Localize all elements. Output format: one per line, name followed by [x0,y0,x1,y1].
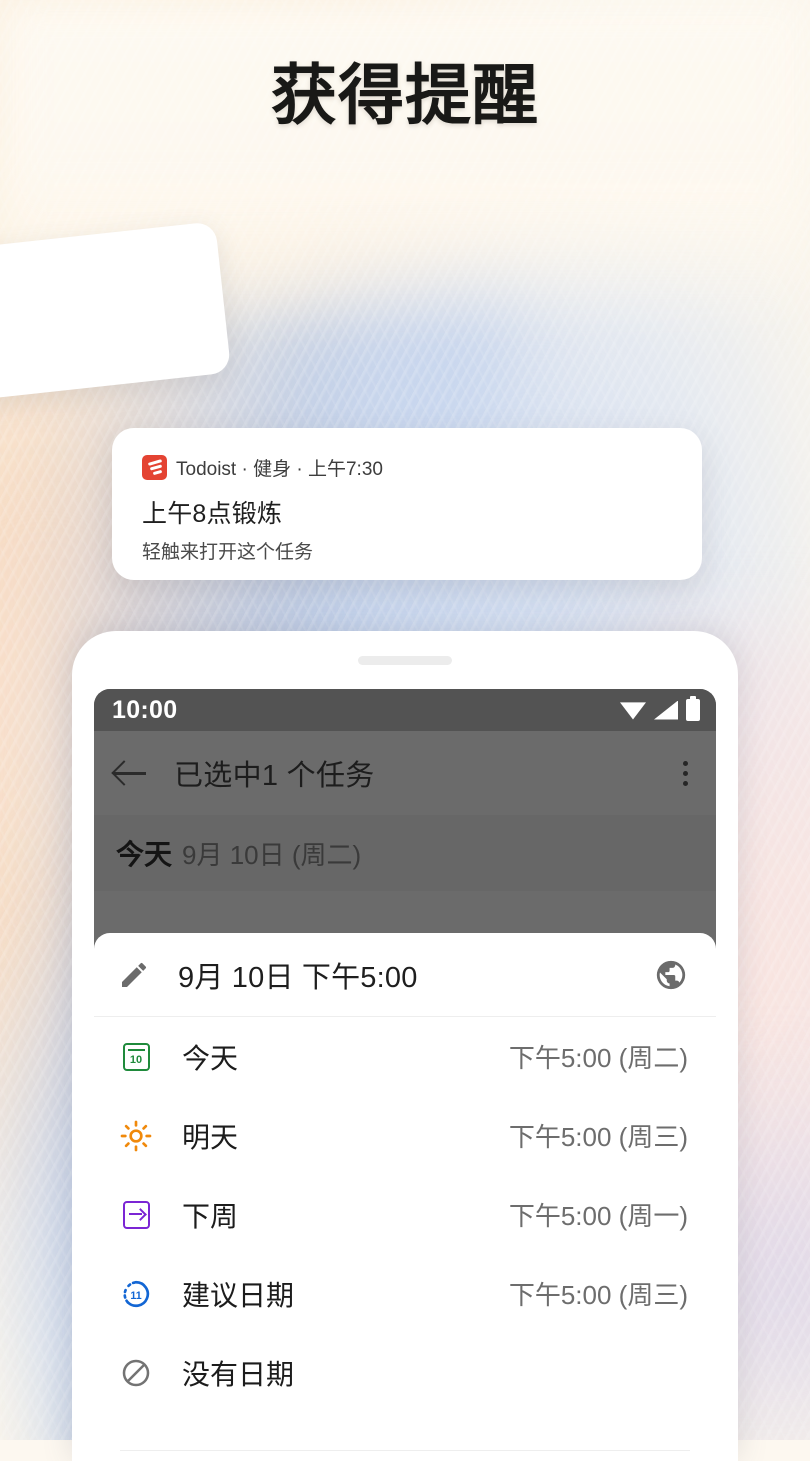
notification-title: 上午8点锻炼 [142,500,283,528]
clock-11-icon: 11 [120,1278,152,1310]
no-date-icon [120,1357,152,1389]
today-date: 9月 10日 (周二) [182,839,362,870]
phone-screen: 10:00 已选中1 个任务 今天 9月 10日 (周二) 9月 10日 下午5… [94,689,716,1461]
wifi-icon [620,702,646,720]
svg-text:11: 11 [130,1289,141,1301]
option-label: 今天 [182,1042,239,1074]
option-label: 建议日期 [182,1279,295,1311]
app-bar: 已选中1 个任务 [94,731,716,815]
today-label: 今天 [116,839,173,870]
notification-card[interactable]: Todoist · 健身 · 上午7:30 上午8点锻炼 轻触来打开这个任务 [112,428,702,580]
phone-mockup: 10:00 已选中1 个任务 今天 9月 10日 (周二) 9月 10日 下午5… [72,631,738,1461]
option-value: 下午5:00 (周二) [508,1043,688,1073]
option-value: 下午5:00 (周三) [508,1122,688,1152]
back-arrow-icon[interactable] [114,758,148,788]
signal-icon [654,700,678,720]
next-week-arrow-icon [120,1199,152,1231]
date-picker-sheet: 9月 10日 下午5:00 10 今天 下午5:00 (周二) 明天 下午5:0… [94,933,716,1461]
status-bar-icons [620,696,700,721]
option-row-no-date[interactable]: 没有日期 [94,1333,716,1412]
pencil-icon [118,959,150,991]
sun-icon [120,1120,152,1152]
date-edit-text: 9月 10日 下午5:00 [178,961,418,994]
option-label: 下周 [182,1200,239,1232]
option-value: 下午5:00 (周三) [508,1280,688,1310]
option-row-tomorrow[interactable]: 明天 下午5:00 (周三) [94,1096,716,1175]
status-bar-clock: 10:00 [112,695,178,724]
notification-meta: Todoist · 健身 · 上午7:30 [176,458,383,480]
notification-subtitle: 轻触来打开这个任务 [142,542,314,563]
calendar-10-icon: 10 [120,1041,152,1073]
battery-icon [686,696,700,721]
app-bar-title: 已选中1 个任务 [174,760,375,792]
status-bar: 10:00 [94,689,716,731]
option-label: 明天 [182,1121,239,1153]
kebab-menu-icon[interactable] [672,758,698,788]
page-title: 获得提醒 [271,58,539,132]
date-edit-row[interactable]: 9月 10日 下午5:00 [94,933,716,1017]
option-value: 下午5:00 (周一) [508,1201,688,1231]
todoist-logo-icon [142,454,167,480]
option-label: 没有日期 [182,1358,295,1390]
option-row-next-week[interactable]: 下周 下午5:00 (周一) [94,1175,716,1254]
sheet-bottom-divider [120,1450,690,1451]
globe-icon[interactable] [654,958,688,992]
option-row-suggested-date[interactable]: 11 建议日期 下午5:00 (周三) [94,1254,716,1333]
phone-speaker-grille [358,656,452,665]
option-row-today[interactable]: 10 今天 下午5:00 (周二) [94,1017,716,1096]
today-section-header: 今天 9月 10日 (周二) [94,815,716,891]
notification-header: Todoist · 健身 · 上午7:30 [142,454,672,480]
